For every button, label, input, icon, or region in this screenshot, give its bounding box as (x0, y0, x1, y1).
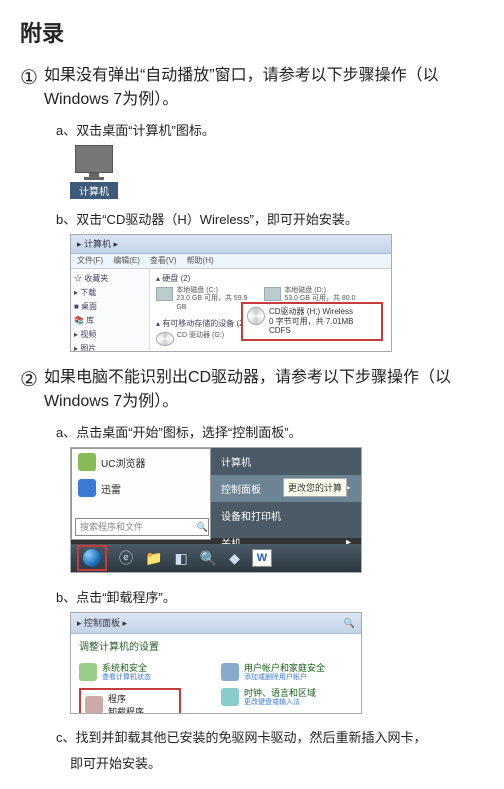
monitor-base (84, 177, 104, 180)
cp-item-system: 系统和安全 查看计算机状态 (79, 663, 211, 682)
step-1b: b、双击“CD驱动器（H）Wireless”，即可开始安装。 (56, 209, 484, 228)
ritem-label: 计算机 (221, 454, 251, 469)
step-2c-line1: c、找到并卸载其他已安装的免驱网卡驱动，然后重新插入网卡， (56, 728, 484, 748)
cp-item-title: 程序 (108, 692, 144, 705)
explorer-addressbar: ▸ 计算机 ▸ (71, 235, 391, 254)
tooltip: 更改您的计算 (283, 478, 347, 497)
cd-icon (247, 307, 265, 325)
step-2-number: ② (20, 366, 38, 394)
app-ucbrowser: UC浏览器 (72, 449, 210, 475)
step-1-text: 如果没有弹出“自动播放”窗口，请参考以下步骤操作（以Windows 7为例）。 (44, 64, 484, 112)
sidebar-fav: ☆ 收藏夹 (74, 273, 146, 284)
ritem-label: 控制面板 (221, 481, 261, 496)
cd-h-line1: CD驱动器 (H:) Wireless (269, 307, 353, 317)
explorer-sidebar: ☆ 收藏夹 ▸ 下载 ■ 桌面 📚 库 ▸ 视频 ▸ 图片 ▸ 本地磁盘 (C:… (71, 269, 150, 352)
search-placeholder: 搜索程序和文件 (80, 519, 143, 535)
app-label: 迅雷 (101, 481, 121, 496)
cp-item-title: 时钟、语言和区域 (244, 688, 316, 699)
cp-item-sub: 卸载程序 (108, 705, 144, 714)
cp-heading: 调整计算机的设置 (71, 634, 361, 657)
explorer-screenshot: ▸ 计算机 ▸ 文件(F) 编辑(E) 查看(V) 帮助(H) ☆ 收藏夹 ▸ … (70, 234, 392, 352)
step-2: ② 如果电脑不能识别出CD驱动器，请参考以下步骤操作（以Windows 7为例）… (20, 366, 484, 414)
step-1a: a、双击桌面“计算机”图标。 (56, 120, 484, 139)
cd-h-line2: 0 字节可用，共 7.01MB (269, 317, 353, 327)
cp-icon (221, 663, 239, 681)
page-title: 附录 (20, 16, 484, 48)
step-2c-line2: 即可开始安装。 (70, 754, 484, 774)
section-harddisk: ▴ 硬盘 (2) (156, 273, 385, 284)
cp-icon (85, 696, 103, 714)
drive-icon (156, 287, 173, 301)
step-2a: a、点击桌面“开始”图标，选择“控制面板”。 (56, 422, 484, 441)
cp-item-sub: 添加或删除用户帐户 (244, 674, 325, 682)
search-icon: 🔍 (197, 519, 208, 535)
uc-icon (78, 453, 96, 471)
sidebar-item: ■ 桌面 (74, 301, 146, 312)
cp-icon (79, 663, 97, 681)
monitor-icon (75, 145, 113, 173)
sidebar-item: ▸ 下载 (74, 287, 146, 298)
step-2-text: 如果电脑不能识别出CD驱动器，请参考以下步骤操作（以Windows 7为例）。 (44, 366, 484, 414)
sidebar-lib: 📚 库 (74, 315, 146, 326)
startmenu-screenshot: UC浏览器 迅雷 搜索程序和文件 🔍 计算机 控制面板 ➤ 设备和打印机 关机▸… (70, 447, 362, 573)
taskbar-app2-icon: ◆ (229, 550, 240, 567)
cp-item-title: 系统和安全 (102, 663, 151, 674)
cp-grid: 系统和安全 查看计算机状态 用户帐户和家庭安全 添加或删除用户帐户 程序 卸载程… (71, 657, 361, 714)
explorer-menubar: 文件(F) 编辑(E) 查看(V) 帮助(H) (71, 254, 391, 269)
cp-item-sub: 查看计算机状态 (102, 674, 151, 682)
taskbar: ⓔ 📁 ◧ 🔍 ◆ W (71, 544, 361, 572)
drive-icon (264, 287, 281, 301)
cp-addressbar: ▸ 控制面板 ▸ 🔍 (71, 613, 361, 634)
startmenu-search: 搜索程序和文件 🔍 (75, 518, 209, 536)
step-2b: b、点击“卸载程序”。 (56, 587, 484, 606)
cd-drive-h-highlight: CD驱动器 (H:) Wireless 0 字节可用，共 7.01MB CDFS (241, 302, 383, 341)
step-1: ① 如果没有弹出“自动播放”窗口，请参考以下步骤操作（以Windows 7为例）… (20, 64, 484, 112)
cd-g-label: CD 驱动器 (G:) (177, 332, 224, 340)
cp-item-sub: 更改键盘或输入法 (244, 699, 316, 707)
computer-icon-label: 计算机 (70, 182, 118, 199)
menu-file: 文件(F) (77, 254, 103, 268)
computer-desktop-icon: 计算机 (70, 145, 118, 199)
sidebar-item: ▸ 视频 (74, 329, 146, 340)
menu-edit: 编辑(E) (113, 254, 140, 268)
controlpanel-screenshot: ▸ 控制面板 ▸ 🔍 调整计算机的设置 系统和安全 查看计算机状态 用户帐户和家… (70, 612, 362, 714)
taskbar-folder-icon: 📁 (145, 550, 162, 567)
taskbar-app-icon: ◧ (174, 550, 187, 567)
cd-icon (156, 332, 174, 346)
ritem-devices: 设备和打印机 (211, 502, 361, 529)
xunlei-icon (78, 479, 96, 497)
cp-addr: ▸ 控制面板 ▸ (77, 613, 127, 633)
taskbar-search-icon: 🔍 (200, 550, 217, 567)
cp-item-users: 用户帐户和家庭安全 添加或删除用户帐户 (221, 663, 353, 682)
cp-item-programs-highlight: 程序 卸载程序 (79, 688, 181, 714)
ritem-label: 设备和打印机 (221, 508, 281, 523)
start-button-highlight (77, 545, 107, 571)
menu-help: 帮助(H) (187, 254, 214, 268)
cd-h-line3: CDFS (269, 326, 353, 336)
step-1-number: ① (20, 64, 38, 92)
ritem-computer: 计算机 (211, 448, 361, 475)
start-orb-icon (83, 549, 101, 567)
app-label: UC浏览器 (101, 455, 145, 470)
sidebar-item: ▸ 图片 (74, 343, 146, 352)
app-xunlei: 迅雷 (72, 475, 210, 501)
cp-item-clock: 时钟、语言和区域 更改键盘或输入法 (221, 688, 353, 714)
cp-item-title: 用户帐户和家庭安全 (244, 663, 325, 674)
cp-search-icon: 🔍 (344, 613, 355, 633)
menu-view: 查看(V) (150, 254, 177, 268)
taskbar-word-icon: W (252, 549, 272, 567)
cp-icon (221, 688, 239, 706)
taskbar-ie-icon: ⓔ (119, 548, 133, 568)
